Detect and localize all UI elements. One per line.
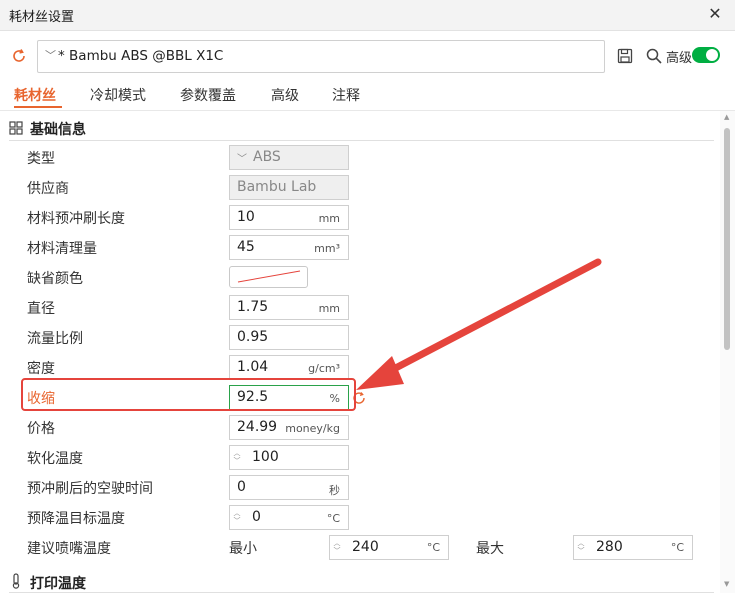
tab-notes[interactable]: 注释 xyxy=(332,85,360,105)
diameter-input[interactable]: 1.75 mm xyxy=(229,295,349,320)
nozzle-min-input[interactable]: ︿ ﹀ 240 °C xyxy=(329,535,449,560)
softening-temp-input[interactable]: ︿ ﹀ 100 xyxy=(229,445,349,470)
spin-arrows-icon[interactable]: ︿ ﹀ xyxy=(576,539,586,557)
diameter-value: 1.75 xyxy=(237,299,269,315)
type-select[interactable]: ﹀ ABS xyxy=(229,145,349,170)
price-value: 24.99 xyxy=(237,419,278,435)
title-bar: 耗材丝设置 ✕ xyxy=(0,0,735,31)
field-row-flow-ratio: 流量比例 0.95 xyxy=(0,322,720,352)
search-icon[interactable] xyxy=(645,47,663,65)
spin-arrows-icon[interactable]: ︿ ﹀ xyxy=(232,449,242,467)
field-row-default-color: 缺省颜色 xyxy=(0,262,720,292)
scroll-up-icon[interactable]: ▲ xyxy=(724,113,729,121)
prime-length-value: 10 xyxy=(237,209,255,225)
shrinkage-highlight-box xyxy=(21,378,356,411)
type-label: 类型 xyxy=(27,151,55,167)
scroll-down-icon[interactable]: ▼ xyxy=(724,580,729,588)
save-icon[interactable] xyxy=(617,48,633,64)
field-row-purge-volume: 材料清理量 45 mm³ xyxy=(0,232,720,262)
nozzle-min-label: 最小 xyxy=(229,541,257,557)
spin-arrows-icon[interactable]: ︿ ﹀ xyxy=(332,539,342,557)
grid-icon xyxy=(9,121,23,135)
purge-volume-input[interactable]: 45 mm³ xyxy=(229,235,349,260)
field-row-type: 类型 ﹀ ABS xyxy=(0,142,720,172)
travel-time-unit: 秒 xyxy=(329,484,340,497)
section-title-basic-info: 基础信息 xyxy=(30,122,86,138)
field-row-nozzle-temp: 建议喷嘴温度 最小 ︿ ﹀ 240 °C 最大 ︿ ﹀ 280 °C xyxy=(0,532,720,562)
field-row-softening-temp: 软化温度 ︿ ﹀ 100 xyxy=(0,442,720,472)
travel-time-label: 预冲刷后的空驶时间 xyxy=(27,481,153,497)
flow-ratio-label: 流量比例 xyxy=(27,331,83,347)
preset-toolbar: ﹀ * Bambu ABS @BBL X1C 高级 xyxy=(0,34,735,78)
softening-temp-label: 软化温度 xyxy=(27,451,83,467)
field-row-vendor: 供应商 Bambu Lab xyxy=(0,172,720,202)
price-input[interactable]: 24.99 money/kg xyxy=(229,415,349,440)
tab-advanced[interactable]: 高级 xyxy=(271,85,299,105)
scrollbar-thumb[interactable] xyxy=(724,128,730,350)
nozzle-max-input[interactable]: ︿ ﹀ 280 °C xyxy=(573,535,693,560)
cooldown-temp-label: 预降温目标温度 xyxy=(27,511,125,527)
tab-overrides[interactable]: 参数覆盖 xyxy=(180,85,236,105)
diameter-unit: mm xyxy=(318,302,340,315)
flow-ratio-input[interactable]: 0.95 xyxy=(229,325,349,350)
empty-color-slash-icon xyxy=(237,270,301,283)
cooldown-temp-input[interactable]: ︿ ﹀ 0 °C xyxy=(229,505,349,530)
softening-temp-value: 100 xyxy=(252,449,279,465)
diameter-label: 直径 xyxy=(27,301,55,317)
preset-select[interactable]: ﹀ * Bambu ABS @BBL X1C xyxy=(37,40,605,73)
nozzle-min-unit: °C xyxy=(426,541,440,554)
purge-volume-unit: mm³ xyxy=(314,242,340,255)
spin-arrows-icon[interactable]: ︿ ﹀ xyxy=(232,509,242,527)
density-unit: g/cm³ xyxy=(308,362,340,375)
nozzle-max-unit: °C xyxy=(670,541,684,554)
prime-length-unit: mm xyxy=(318,212,340,225)
reset-icon[interactable] xyxy=(10,47,28,65)
prime-length-input[interactable]: 10 mm xyxy=(229,205,349,230)
cooldown-temp-value: 0 xyxy=(252,509,261,525)
price-unit: money/kg xyxy=(285,422,340,435)
field-row-prime-length: 材料预冲刷长度 10 mm xyxy=(0,202,720,232)
color-swatch-button[interactable] xyxy=(229,266,308,288)
settings-content: 基础信息 类型 ﹀ ABS 供应商 Bambu Lab 材料预冲刷长度 10 m… xyxy=(0,111,720,593)
price-label: 价格 xyxy=(27,421,55,437)
nozzle-temp-label: 建议喷嘴温度 xyxy=(27,541,111,557)
density-input[interactable]: 1.04 g/cm³ xyxy=(229,355,349,380)
chevron-down-icon: ﹀ xyxy=(237,154,247,165)
travel-time-input[interactable]: 0 秒 xyxy=(229,475,349,500)
vendor-value: Bambu Lab xyxy=(237,179,317,195)
flow-ratio-value: 0.95 xyxy=(237,329,269,345)
section-divider xyxy=(9,140,714,141)
field-row-cooldown-temp: 预降温目标温度 ︿ ﹀ 0 °C xyxy=(0,502,720,532)
purge-volume-label: 材料清理量 xyxy=(27,241,97,257)
tab-cooling[interactable]: 冷却模式 xyxy=(90,85,146,105)
density-value: 1.04 xyxy=(237,359,269,375)
travel-time-value: 0 xyxy=(237,479,246,495)
tab-filament[interactable]: 耗材丝 xyxy=(14,85,56,105)
density-label: 密度 xyxy=(27,361,55,377)
vendor-label: 供应商 xyxy=(27,181,69,197)
advanced-toggle[interactable] xyxy=(692,47,720,63)
vendor-field[interactable]: Bambu Lab xyxy=(229,175,349,200)
window-title: 耗材丝设置 xyxy=(9,10,75,25)
tab-bar: 耗材丝 冷却模式 参数覆盖 高级 注释 xyxy=(0,80,735,110)
advanced-label: 高级 xyxy=(666,51,693,66)
field-row-price: 价格 24.99 money/kg xyxy=(0,412,720,442)
field-row-diameter: 直径 1.75 mm xyxy=(0,292,720,322)
prime-length-label: 材料预冲刷长度 xyxy=(27,211,125,227)
preset-name: * Bambu ABS @BBL X1C xyxy=(58,48,224,64)
thermometer-icon xyxy=(12,573,20,589)
cooldown-temp-unit: °C xyxy=(326,512,340,525)
nozzle-min-value: 240 xyxy=(352,539,379,555)
nozzle-max-label: 最大 xyxy=(476,541,504,557)
section-title-print-temp: 打印温度 xyxy=(30,576,86,592)
type-value: ABS xyxy=(253,149,281,165)
nozzle-max-value: 280 xyxy=(596,539,623,555)
purge-volume-value: 45 xyxy=(237,239,255,255)
default-color-label: 缺省颜色 xyxy=(27,271,83,287)
chevron-down-icon: ﹀ xyxy=(45,49,56,62)
field-row-travel-time: 预冲刷后的空驶时间 0 秒 xyxy=(0,472,720,502)
close-icon[interactable]: ✕ xyxy=(705,4,725,24)
active-tab-indicator xyxy=(14,106,62,108)
toggle-knob xyxy=(706,49,718,61)
